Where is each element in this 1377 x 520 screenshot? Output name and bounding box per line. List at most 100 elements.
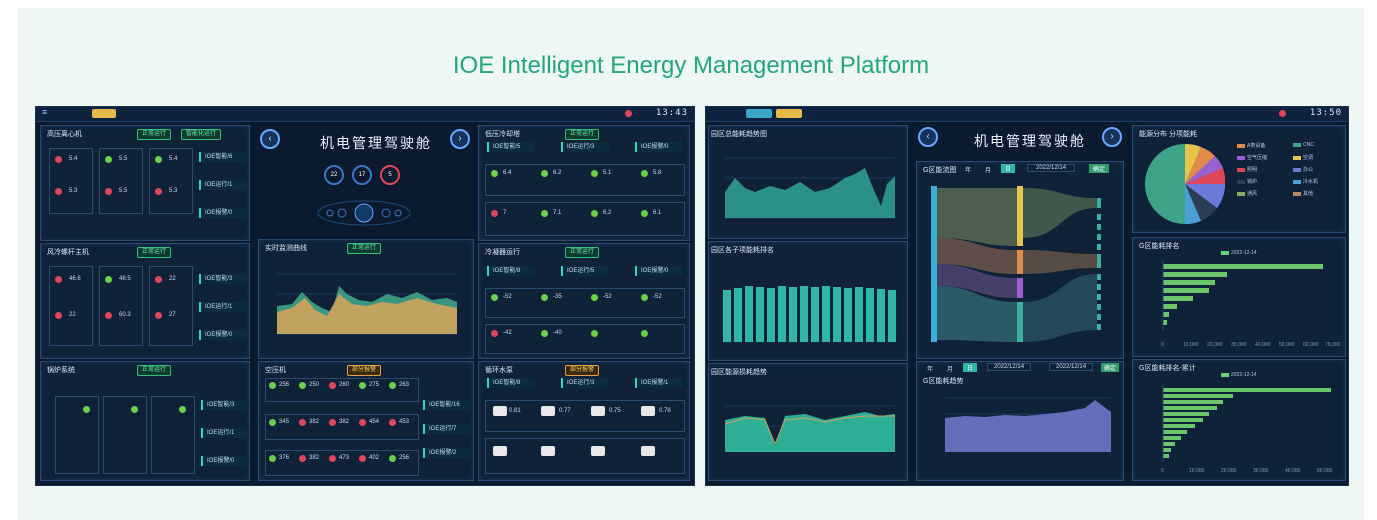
ioe-button[interactable]: IOE报警/0 [635,142,683,152]
menu-icon[interactable]: ≡ [42,107,47,117]
status-tag[interactable] [776,109,802,118]
ioe-button[interactable]: IOE运行/5 [561,266,609,276]
value: 5.5 [119,188,128,194]
status-tag[interactable] [746,109,772,118]
tab-month[interactable]: 月 [985,165,991,174]
ioe-button[interactable]: IOE智能/6 [199,152,247,162]
alarm-icon[interactable] [625,110,632,117]
value: 473 [339,455,350,461]
panel-hp-chiller: 高压离心机 正常运行 智能化运行 5.4 5.5 5.4 5.3 5.5 5.3… [40,125,250,241]
confirm-button[interactable]: 确定 [1089,164,1110,173]
status-badge: 正常运行 [565,247,600,258]
status-badge: 部分报警 [565,365,600,376]
ioe-button[interactable]: IOE报警/2 [423,448,471,458]
prev-arrow-icon[interactable]: ‹ [260,129,280,149]
ioe-button[interactable]: IOE智能/3 [201,400,249,410]
area-chart [277,273,457,335]
clock: 13:43 [655,108,688,118]
value: -35 [553,294,562,300]
chart-legend: 2022-12-14 [1221,372,1257,378]
value: 5.4 [169,156,178,162]
next-arrow-icon[interactable]: › [450,129,470,149]
bar-chart [723,286,896,342]
status-dot [641,330,648,337]
ioe-button[interactable]: IOE运行/3 [561,378,609,388]
panel-title: 高压离心机 [47,131,82,138]
confirm-button[interactable]: 确定 [1101,363,1120,372]
panel-condenser: 冷凝器运行 正常运行 IOE智能/8 IOE运行/5 IOE报警/0 -52 -… [478,243,690,359]
tab-year[interactable]: 年 [927,364,933,373]
ioe-button[interactable]: IOE报警/1 [635,378,683,388]
status-dot [155,188,162,195]
ioe-button[interactable]: IOE报警/0 [201,456,249,466]
date-from-input[interactable]: 2022/12/14 [987,363,1032,371]
value: 60.3 [119,312,131,318]
panel-air-compressor: 空压机 部分报警 256 250 260 275 263 345 382 382… [258,361,474,481]
count-ring: 5 [380,165,400,185]
tower-group [485,164,685,196]
ioe-button[interactable]: IOE运行/7 [423,424,471,434]
value: 22 [169,276,176,282]
date-input[interactable]: 2022/12/14 [1027,164,1076,172]
prev-arrow-icon[interactable]: ‹ [918,127,938,147]
showcase-card: IOE Intelligent Energy Management Platfo… [18,8,1364,520]
area-chart [945,397,1111,452]
value: 22 [69,312,76,318]
status-dot [299,419,306,426]
hub-graphic [317,200,411,226]
ioe-button[interactable]: IOE智能/8 [487,378,535,388]
panel-cooling-tower: 低压冷却塔 正常运行 IOE智能/5 IOE运行/3 IOE报警/0 6.4 6… [478,125,690,241]
tab-day[interactable]: 日 [963,363,978,372]
top-bar: 13:50 [706,107,1348,122]
ioe-button[interactable]: IOE报警/0 [199,330,247,340]
status-dot [269,419,276,426]
ioe-button[interactable]: IOE报警/0 [199,208,247,218]
status-dot [491,294,498,301]
panel-boiler: 锅炉系统 正常运行 IOE智能/3 IOE运行/1 IOE报警/0 [40,361,250,481]
value: 275 [369,382,380,388]
panel-circulation-pump: 循环水泵 部分报警 IOE智能/8 IOE运行/3 IOE报警/1 0.81 0… [478,361,690,481]
status-dot [55,312,62,319]
status-tag[interactable] [92,109,116,118]
ioe-button[interactable]: IOE智能/5 [487,142,535,152]
ioe-button[interactable]: IOE智能/16 [423,400,471,410]
ioe-button[interactable]: IOE运行/1 [199,180,247,190]
tab-day[interactable]: 日 [1001,164,1016,173]
value: 46.6 [69,276,81,282]
status-dot [591,330,598,337]
panel-energy-flow: G区能流图 年 月 日 2022/12/14 确定 [916,161,1124,359]
panel-title: 冷凝器运行 [485,249,520,256]
value: 5.1 [603,170,612,176]
value: 256 [279,382,290,388]
legend-item: 办公 [1293,166,1313,173]
date-to-input[interactable]: 2022/12/14 [1049,363,1094,371]
top-bar: ≡ 13:43 [36,107,694,122]
tab-year[interactable]: 年 [965,165,971,174]
panel-subitem-ranking: 园区各子项能耗排名 [708,241,908,361]
status-dot [329,419,336,426]
value: -40 [553,330,562,336]
tab-month[interactable]: 月 [947,364,953,373]
value: 48.5 [119,276,131,282]
value: 7.1 [553,210,562,216]
legend-item: 其他 [1293,190,1313,197]
ioe-button[interactable]: IOE智能/3 [199,274,247,284]
unit-box [151,396,195,474]
ioe-button[interactable]: IOE运行/3 [561,142,609,152]
pump-icon [493,406,507,416]
ioe-button[interactable]: IOE报警/0 [635,266,683,276]
panel-energy-distribution: 能源分布 分项能耗 A类设备 CNC 空气压缩 空调 照明 办公 锅炉 冷水机 [1132,125,1346,233]
panel-title: 能源分布 分项能耗 [1139,131,1197,138]
ioe-button[interactable]: IOE智能/8 [487,266,535,276]
next-arrow-icon[interactable]: › [1102,127,1122,147]
status-badge: 智能化运行 [181,129,222,140]
ioe-button[interactable]: IOE运行/1 [199,302,247,312]
value: 382 [309,419,320,425]
panel-g-trend: 年 月 日 2022/12/14 2022/12/14 确定 G区能耗趋势 [916,361,1124,481]
value: -52 [603,294,612,300]
status-dot [641,210,648,217]
ioe-button[interactable]: IOE运行/1 [201,428,249,438]
area-chart [724,405,895,452]
value: 260 [339,382,350,388]
alarm-icon[interactable] [1279,110,1286,117]
